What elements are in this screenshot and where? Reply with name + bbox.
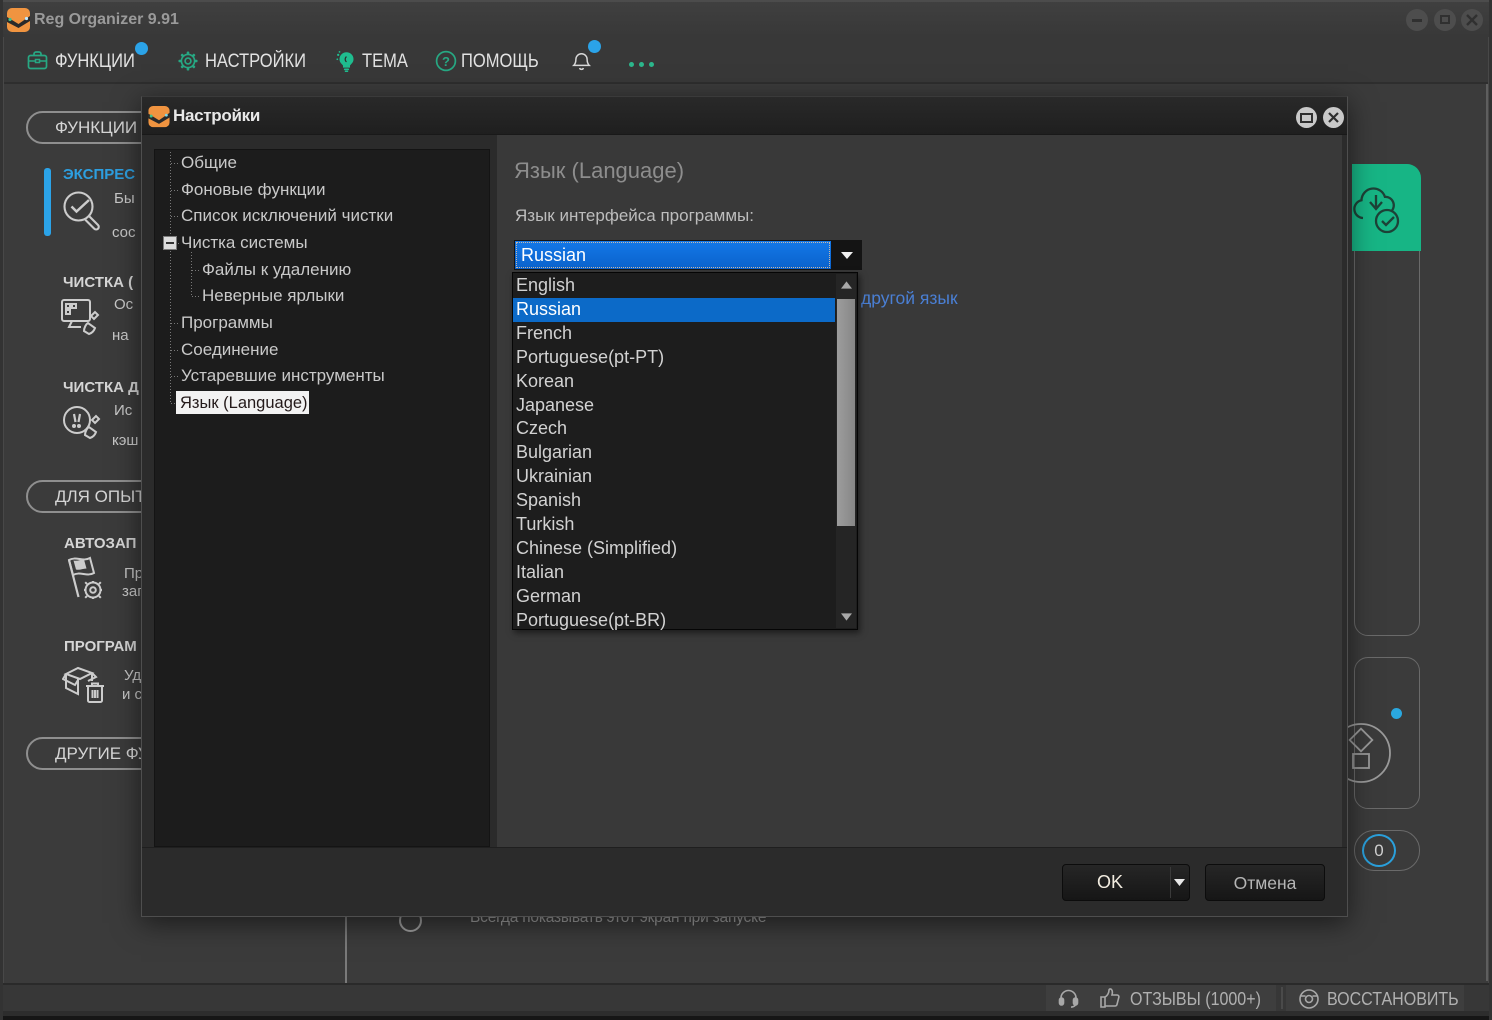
svg-text:?: ? (442, 54, 450, 69)
